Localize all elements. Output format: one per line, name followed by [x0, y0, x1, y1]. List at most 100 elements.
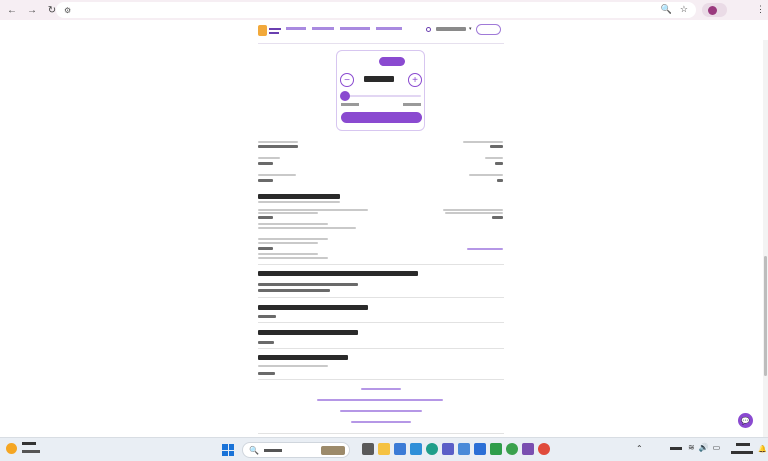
weather-condition[interactable] [22, 450, 40, 453]
range-max-label [403, 103, 421, 106]
site-logo[interactable] [258, 24, 282, 37]
task-view-icon[interactable] [362, 443, 374, 455]
input-language[interactable] [670, 447, 682, 450]
nav-link-3[interactable] [340, 27, 370, 30]
edge-icon[interactable] [426, 443, 438, 455]
divider [258, 297, 504, 298]
param-label [463, 141, 503, 143]
phone-number[interactable] [436, 27, 466, 31]
param-value [497, 179, 503, 182]
param-value [258, 179, 273, 182]
start-button[interactable] [222, 444, 234, 456]
profile-button[interactable] [702, 3, 727, 17]
weather-sun-icon[interactable] [6, 443, 17, 454]
loan-amount [364, 76, 394, 82]
windows-taskbar: 🔍 ⌃ ≋ 🔊 ▭ 🔔 [0, 437, 768, 461]
submit-application-button[interactable] [341, 112, 422, 123]
search-placeholder [263, 448, 282, 452]
browser-menu-icon[interactable]: ⋮ [756, 4, 765, 15]
volume-icon[interactable]: 🔊 [699, 443, 709, 452]
site-header: ▾ [0, 20, 768, 40]
footer-divider [258, 433, 504, 434]
app-green-icon[interactable] [506, 443, 518, 455]
payment-amount [492, 216, 503, 219]
footer-link-1[interactable] [361, 388, 401, 390]
decrease-button[interactable]: − [340, 73, 354, 87]
chrome-icon[interactable] [538, 443, 550, 455]
payment-schedule-link[interactable] [467, 248, 503, 250]
chat-icon[interactable]: 💬 [738, 413, 753, 428]
taskbar-search[interactable]: 🔍 [242, 442, 350, 458]
nav-link-1[interactable] [286, 27, 306, 30]
increase-button[interactable]: + [408, 73, 422, 87]
payment-note [258, 242, 318, 244]
search-highlight-image [321, 446, 345, 455]
wifi-icon[interactable]: ≋ [688, 443, 695, 452]
mail-icon[interactable] [458, 443, 470, 455]
back-icon[interactable]: ← [4, 2, 20, 18]
payment-amount [258, 216, 273, 219]
clock-time[interactable] [736, 443, 750, 446]
login-button[interactable] [476, 24, 501, 35]
tab-first[interactable] [357, 57, 376, 66]
system-tray[interactable]: ≋ 🔊 ▭ [688, 443, 720, 452]
chevron-down-icon[interactable]: ▾ [469, 26, 472, 32]
search-icon: 🔍 [249, 445, 259, 455]
footer-link-4[interactable] [351, 421, 411, 423]
payment-breakdown [258, 223, 328, 225]
payment-note [258, 238, 328, 240]
app-purple-icon[interactable] [522, 443, 534, 455]
client-type-tabs [357, 57, 407, 66]
footer-link-2[interactable] [317, 399, 443, 401]
total-expenses-value [258, 341, 274, 344]
photos-icon[interactable] [410, 443, 422, 455]
slider-handle[interactable] [340, 91, 350, 101]
total-cost-value [258, 372, 275, 375]
divider [258, 322, 504, 323]
section-heading [258, 194, 340, 199]
battery-icon[interactable]: ▭ [713, 443, 721, 452]
bookmark-star-icon[interactable]: ☆ [680, 4, 688, 15]
scrollbar-thumb[interactable] [764, 256, 767, 376]
param-label [258, 141, 298, 143]
section-heading [258, 305, 368, 310]
zoom-icon[interactable]: 🔍 [661, 4, 672, 15]
notification-icon[interactable]: 🔔 [758, 445, 767, 453]
nav-link-2[interactable] [312, 27, 334, 30]
page-scrollbar[interactable] [763, 40, 768, 437]
section-heading [258, 271, 418, 276]
payment-note [443, 209, 503, 211]
param-label [485, 157, 503, 159]
param-value [258, 145, 298, 148]
total-cost-note [258, 365, 328, 367]
store-icon[interactable] [394, 443, 406, 455]
nav-link-4[interactable] [376, 27, 402, 30]
amount-slider[interactable] [342, 95, 421, 97]
file-explorer-icon[interactable] [378, 443, 390, 455]
payment-note [445, 212, 503, 214]
divider [258, 348, 504, 349]
loan-calculator: − + [336, 50, 425, 131]
phone-icon [426, 27, 431, 32]
address-bar[interactable]: ⚙ 🔍 ☆ [56, 2, 696, 18]
section-subtitle [258, 201, 340, 203]
footer-link-3[interactable] [340, 410, 422, 412]
param-label [469, 174, 503, 176]
payment-note [258, 212, 318, 214]
weather-temperature[interactable] [22, 442, 36, 445]
range-min-label [341, 103, 359, 106]
param-label [258, 157, 280, 159]
chevron-up-icon[interactable]: ⌃ [636, 444, 643, 453]
divider [258, 379, 504, 380]
word-icon[interactable] [474, 443, 486, 455]
payment-note [258, 209, 368, 211]
teams-icon[interactable] [442, 443, 454, 455]
tab-repeat[interactable] [379, 57, 405, 66]
sheets-icon[interactable] [490, 443, 502, 455]
forward-icon[interactable]: → [24, 2, 40, 18]
header-divider [258, 43, 504, 44]
clock-date[interactable] [731, 451, 753, 454]
site-info-icon[interactable]: ⚙ [64, 6, 71, 15]
section-heading [258, 355, 348, 360]
browser-toolbar: ← → ↻ ⚙ 🔍 ☆ ⋮ [0, 0, 768, 20]
